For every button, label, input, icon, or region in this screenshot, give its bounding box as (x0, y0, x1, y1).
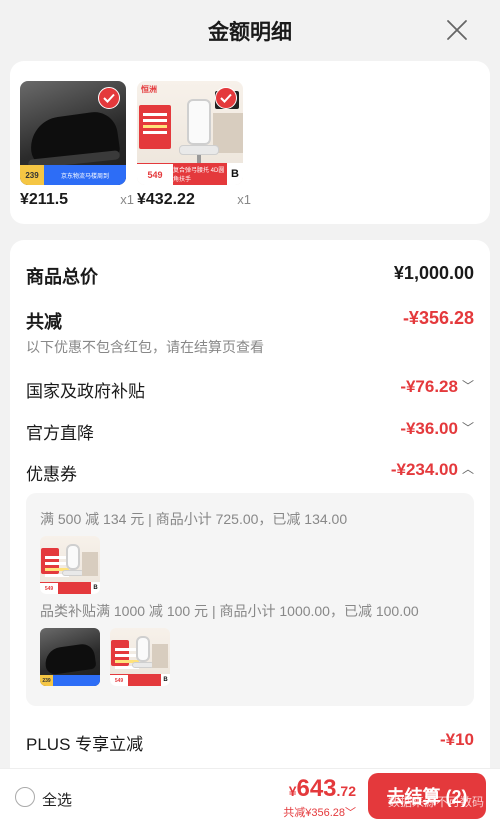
header: 金额明细 (0, 0, 500, 60)
chevron-down-icon: ﹀ (345, 807, 356, 819)
product-price: ¥432.22 (137, 191, 195, 208)
checked-icon[interactable] (215, 87, 237, 109)
product-tag: 239 京东物流马楼周到 (20, 165, 126, 185)
discount-note: 以下优惠不包含红包，请在结算页查看 (26, 339, 264, 355)
product-image[interactable]: 239 京东物流马楼周到 (20, 81, 126, 185)
total-price-value: ¥1,000.00 (393, 263, 474, 283)
product-quantity: x1 (120, 192, 134, 207)
chevron-down-icon: ﹀ (461, 379, 474, 393)
page-title: 金额明细 (208, 21, 292, 44)
product-item-chair[interactable]: 恒洲 549 复合弹弓腰托 4D圆角扶手 B ¥432.22 x1 (137, 81, 251, 211)
select-all-radio[interactable] (15, 787, 35, 807)
coupon-rule: 满 500 减 134 元 | 商品小计 725.00，已减 134.00 (40, 511, 348, 527)
total-amount: ¥643.72 (288, 775, 356, 802)
saved-amount[interactable]: 共减¥356.28﹀ (283, 804, 356, 820)
total-price-label: 商品总价 (26, 267, 98, 287)
select-all-label[interactable]: 全选 (42, 789, 72, 810)
coupon-rule: 品类补贴满 1000 减 100 元 | 商品小计 1000.00，已减 100… (40, 603, 419, 619)
coupon-product-thumb: 549 B (110, 628, 170, 686)
close-icon (447, 20, 467, 40)
product-price: ¥211.5 (20, 191, 69, 208)
total-reduce-value: -¥356.28 (402, 308, 474, 328)
product-item-shoe[interactable]: 239 京东物流马楼周到 ¥211.5 x1 (20, 81, 134, 211)
brand-logo: 恒洲 (141, 85, 157, 94)
chevron-down-icon: ﹀ (461, 421, 474, 435)
checkout-bar: 全选 ¥643.72 共减¥356.28﹀ 去结算 (2) 数据来源不可数码 (0, 768, 500, 821)
total-reduce-label: 共减 (26, 312, 62, 332)
product-quantity: x1 (237, 192, 251, 207)
product-image[interactable]: 恒洲 549 复合弹弓腰托 4D圆角扶手 B (137, 81, 243, 185)
checkout-button[interactable]: 去结算 (2) (368, 773, 486, 819)
close-button[interactable] (446, 19, 468, 41)
checked-icon[interactable] (98, 87, 120, 109)
chevron-up-icon: ︿ (461, 462, 474, 476)
coupon-product-thumb: 239 (40, 628, 100, 686)
product-tag: 549 复合弹弓腰托 4D圆角扶手 B (137, 163, 243, 185)
coupon-product-thumb: 549 B (40, 536, 100, 594)
price-details-card: 商品总价 ¥1,000.00 共减 -¥356.28 以下优惠不包含红包，请在结… (10, 240, 490, 821)
coupon-breakdown: 满 500 减 134 元 | 商品小计 725.00，已减 134.00 54… (26, 493, 474, 706)
products-card: 239 京东物流马楼周到 ¥211.5 x1 恒洲 549 复合弹弓腰托 4D圆… (10, 61, 490, 224)
